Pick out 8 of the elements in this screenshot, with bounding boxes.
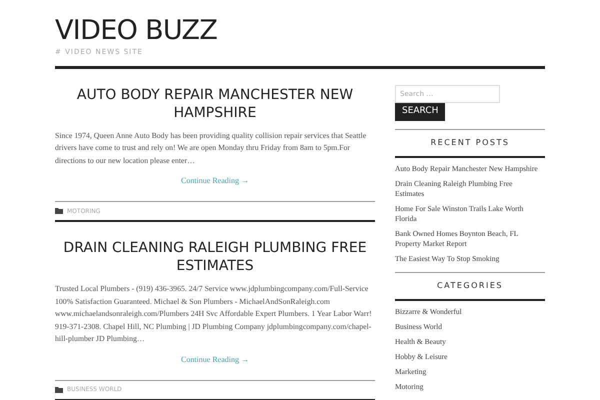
site-title[interactable]: VIDEO BUZZ xyxy=(55,16,545,46)
widget-title: RECENT POSTS xyxy=(430,136,510,148)
folder-icon xyxy=(55,208,63,214)
post-title[interactable]: DRAIN CLEANING RALEIGH PLUMBING FREE ESTIMATES xyxy=(55,239,375,275)
folder-icon xyxy=(55,386,63,392)
search-button[interactable]: SEARCH xyxy=(395,102,446,120)
post-title[interactable]: AUTO BODY REPAIR MANCHESTER NEW HAMPSHIRE xyxy=(55,86,375,122)
widget-title: CATEGORIES xyxy=(436,280,504,292)
